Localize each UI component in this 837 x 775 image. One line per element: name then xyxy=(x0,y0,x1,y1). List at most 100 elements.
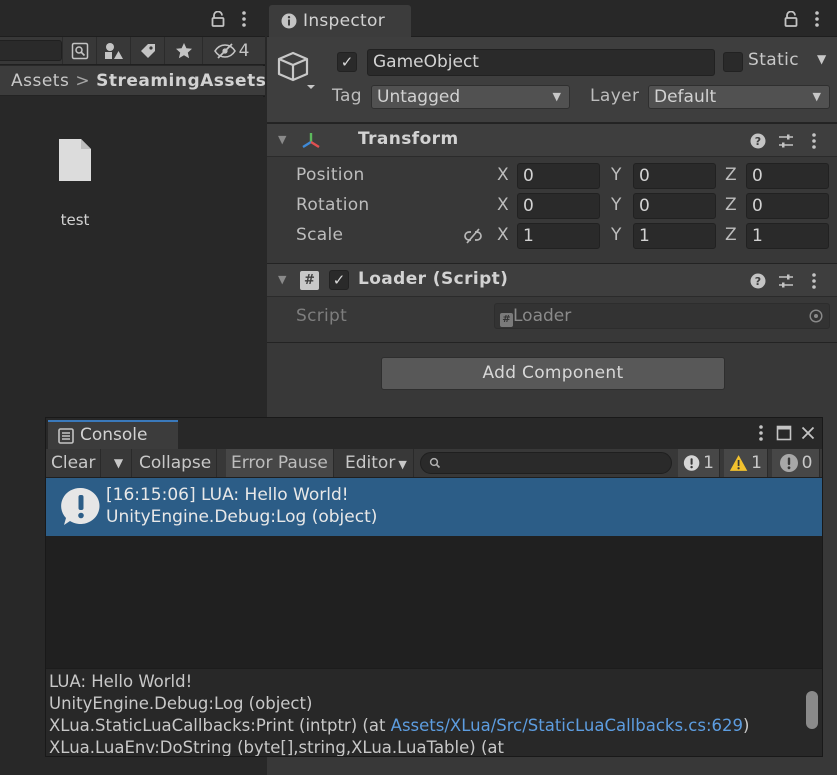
rotation-y-field[interactable]: 0 xyxy=(633,193,716,219)
help-icon[interactable]: ? xyxy=(749,272,767,290)
info-circle-icon xyxy=(281,13,297,29)
divider xyxy=(267,342,837,343)
tab-inspector-label: Inspector xyxy=(303,11,385,31)
error-pause-button[interactable]: Error Pause xyxy=(226,449,334,477)
layer-value: Default xyxy=(654,87,717,107)
layer-dropdown[interactable]: Default ▼ xyxy=(648,85,830,109)
favorites-star-icon[interactable] xyxy=(164,37,202,64)
axis-x-label: X xyxy=(497,165,509,185)
console-search-input[interactable] xyxy=(420,452,672,474)
hidden-packages-toggle[interactable]: 4 xyxy=(202,37,260,64)
log-entry[interactable]: [16:15:06] LUA: Hello World! UnityEngine… xyxy=(46,478,822,536)
constrain-proportions-icon[interactable] xyxy=(463,227,483,245)
clear-button[interactable]: Clear xyxy=(46,449,102,477)
log-entry-line2: UnityEngine.Debug:Log (object) xyxy=(106,507,378,527)
tag-dropdown[interactable]: Untagged ▼ xyxy=(371,85,570,109)
file-icon xyxy=(57,137,93,188)
scale-z-field[interactable]: 1 xyxy=(746,223,829,249)
info-speech-bubble-icon xyxy=(58,484,104,530)
svg-text:?: ? xyxy=(755,275,761,288)
loader-script-header[interactable]: ▼ # ✓ Loader (Script) ? xyxy=(267,263,837,297)
foldout-arrow-icon[interactable]: ▼ xyxy=(278,273,286,286)
source-file-link[interactable]: Assets/XLua/Src/StaticLuaCallbacks.cs:62… xyxy=(391,716,743,735)
stacktrace-text: ) xyxy=(743,716,750,735)
axis-z-label: Z xyxy=(725,165,737,185)
loader-title: Loader (Script) xyxy=(358,269,509,289)
position-y-field[interactable]: 0 xyxy=(633,163,716,189)
stacktrace-scrollbar[interactable] xyxy=(806,691,818,729)
console-list-icon xyxy=(58,428,74,444)
filter-by-type-icon[interactable] xyxy=(96,37,130,64)
editor-label: Editor xyxy=(345,453,396,473)
help-icon[interactable]: ? xyxy=(749,132,767,150)
axis-z-label: Z xyxy=(725,225,737,245)
loader-enabled-checkbox[interactable]: ✓ xyxy=(329,270,349,290)
script-label: Script xyxy=(296,306,348,326)
search-window-icon[interactable] xyxy=(62,37,96,64)
axis-x-label: X xyxy=(497,225,509,245)
chevron-down-icon: ▼ xyxy=(552,90,561,103)
breadcrumb-streamingassets[interactable]: StreamingAssets xyxy=(96,71,266,91)
error-count: 0 xyxy=(801,453,813,473)
toggle-info-messages[interactable]: 1 xyxy=(678,449,720,477)
kebab-menu-icon[interactable] xyxy=(754,423,768,443)
lock-icon[interactable] xyxy=(781,9,801,29)
project-search-input[interactable] xyxy=(0,40,62,61)
maximize-icon[interactable] xyxy=(775,424,793,442)
stacktrace-line: XLua.LuaEnv:DoString (byte[],string,XLua… xyxy=(49,738,504,756)
rotation-x-field[interactable]: 0 xyxy=(517,193,600,219)
toggle-error-messages[interactable]: 0 xyxy=(772,449,820,477)
file-item-test[interactable]: test xyxy=(44,137,106,237)
eye-slash-icon xyxy=(213,42,236,59)
axis-z-label: Z xyxy=(725,195,737,215)
chevron-down-icon: ▼ xyxy=(812,90,821,103)
toggle-warning-messages[interactable]: 1 xyxy=(724,449,768,477)
gameobject-active-checkbox[interactable]: ✓ xyxy=(337,52,357,72)
inspector-tabbar: Inspector xyxy=(267,0,837,37)
position-x-field[interactable]: 0 xyxy=(517,163,600,189)
search-icon xyxy=(428,456,442,470)
project-tabbar xyxy=(0,0,265,37)
add-component-button[interactable]: Add Component xyxy=(381,357,725,390)
kebab-menu-icon[interactable] xyxy=(807,9,827,29)
object-picker-icon[interactable] xyxy=(809,309,823,323)
stacktrace-line: UnityEngine.Debug:Log (object) xyxy=(49,694,313,713)
tab-console[interactable]: Console xyxy=(48,420,178,449)
script-object-field[interactable]: # Loader xyxy=(494,303,830,329)
tab-console-label: Console xyxy=(80,425,148,445)
info-count: 1 xyxy=(703,453,714,473)
presets-sliders-icon[interactable] xyxy=(777,272,795,290)
breadcrumb-assets[interactable]: Assets xyxy=(11,71,69,91)
breadcrumb: Assets > StreamingAssets xyxy=(0,66,266,96)
static-checkbox[interactable] xyxy=(723,52,743,72)
chevron-down-icon: ▼ xyxy=(398,458,407,471)
gameobject-cube-icon[interactable] xyxy=(277,50,319,90)
error-octagon-icon xyxy=(779,454,798,472)
tab-inspector[interactable]: Inspector xyxy=(269,5,411,37)
file-name: test xyxy=(60,211,90,229)
scale-x-field[interactable]: 1 xyxy=(517,223,600,249)
console-log-list: [16:15:06] LUA: Hello World! UnityEngine… xyxy=(46,478,822,668)
filter-by-label-icon[interactable] xyxy=(130,37,164,64)
kebab-menu-icon[interactable] xyxy=(234,9,254,29)
rotation-z-field[interactable]: 0 xyxy=(746,193,829,219)
position-z-field[interactable]: 0 xyxy=(746,163,829,189)
presets-sliders-icon[interactable] xyxy=(777,132,795,150)
position-label: Position xyxy=(296,165,365,185)
static-dropdown-arrow[interactable]: ▼ xyxy=(817,52,826,66)
hidden-count: 4 xyxy=(238,40,250,61)
clear-options-dropdown[interactable]: ▼ xyxy=(106,449,132,477)
lock-icon[interactable] xyxy=(208,9,228,29)
kebab-menu-icon[interactable] xyxy=(805,132,823,150)
kebab-menu-icon[interactable] xyxy=(805,272,823,290)
transform-axes-icon xyxy=(300,130,322,152)
editor-dropdown[interactable]: Editor ▼ xyxy=(340,449,414,477)
foldout-arrow-icon[interactable]: ▼ xyxy=(278,133,286,146)
close-icon[interactable] xyxy=(799,424,817,442)
stacktrace-line: XLua.StaticLuaCallbacks:Print (intptr) (… xyxy=(49,715,822,737)
collapse-button[interactable]: Collapse xyxy=(134,449,218,477)
gameobject-name-field[interactable]: GameObject xyxy=(367,49,715,76)
scale-y-field[interactable]: 1 xyxy=(633,223,716,249)
script-hash-icon: # xyxy=(300,271,319,290)
transform-header[interactable]: ▼ Transform ? xyxy=(267,123,837,157)
